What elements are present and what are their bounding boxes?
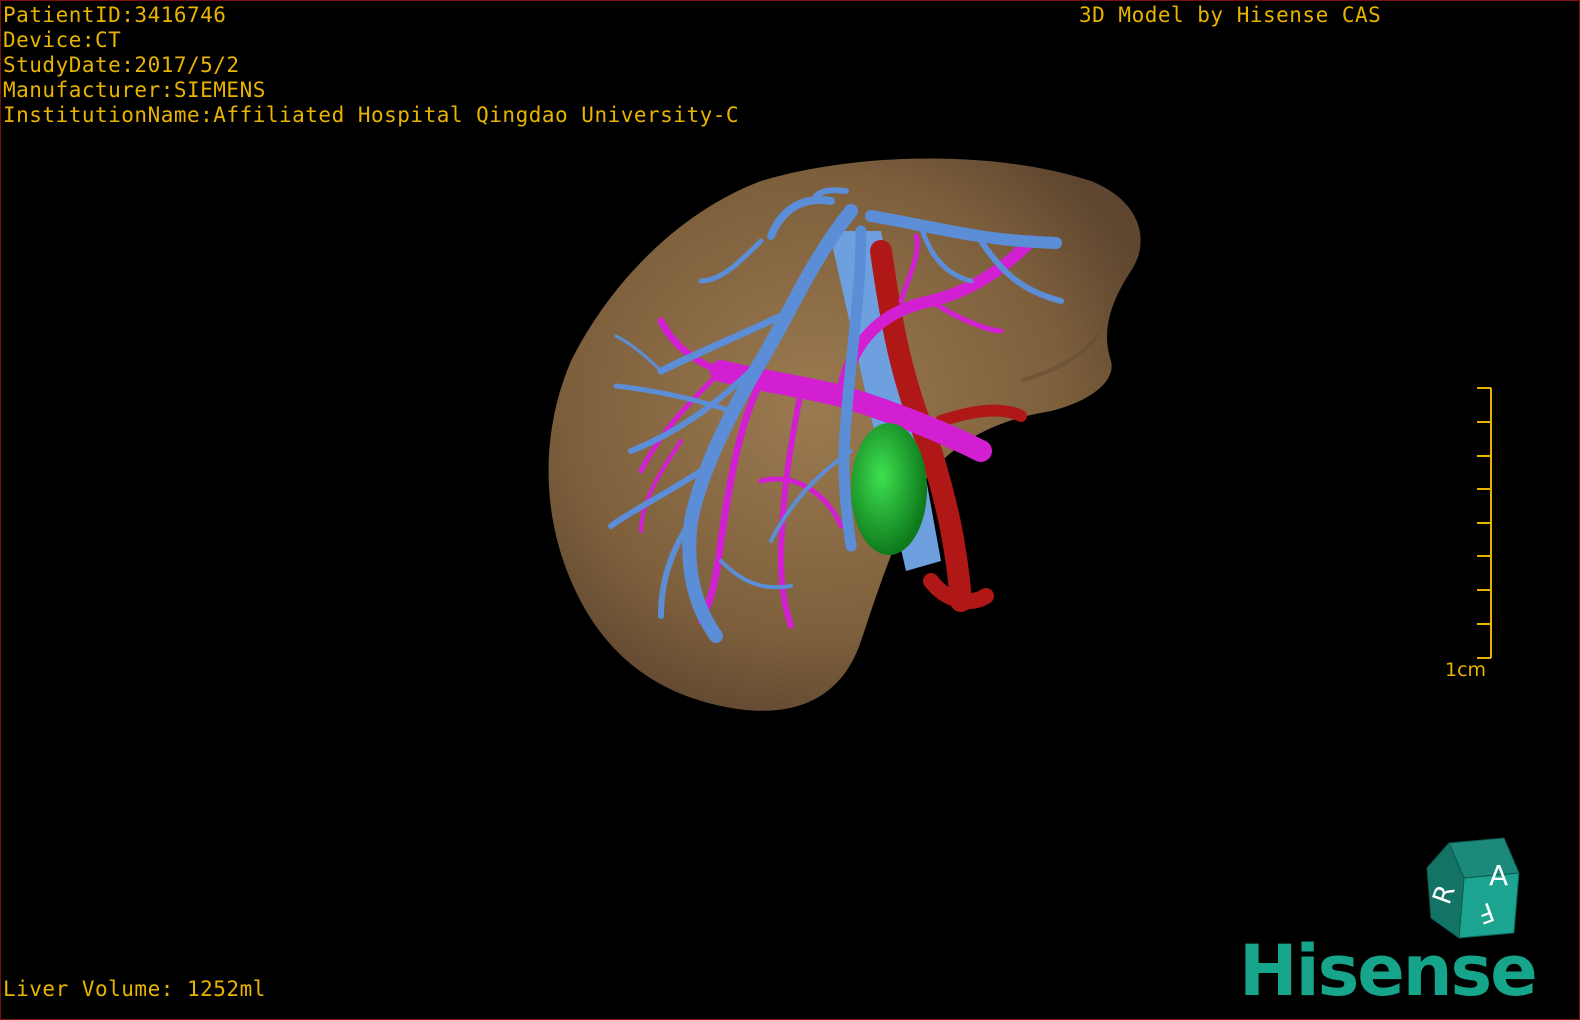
3d-viewport[interactable]: PatientID:3416746 Device:CT StudyDate:20… <box>0 0 1580 1020</box>
manufacturer-text: Manufacturer:SIEMENS <box>3 78 266 102</box>
institution-text: InstitutionName:Affiliated Hospital Qing… <box>3 103 740 127</box>
dicom-info-panel: PatientID:3416746 Device:CT StudyDate:20… <box>3 3 739 128</box>
study-date-text: StudyDate:2017/5/2 <box>3 53 240 77</box>
device-text: Device:CT <box>3 28 122 52</box>
patient-id-text: PatientID:3416746 <box>3 3 227 27</box>
scale-bar <box>1477 387 1492 659</box>
liver-volume-text: Liver Volume: 1252ml <box>3 977 266 1001</box>
tumor <box>851 423 927 555</box>
orientation-cube[interactable]: A R F <box>1419 833 1529 943</box>
cube-face-a: A <box>1489 859 1508 892</box>
hisense-logo: Hisense <box>1239 930 1538 1012</box>
liver-3d-model[interactable] <box>1 1 1579 1019</box>
scale-label: 1cm <box>1445 659 1487 681</box>
model-credit-text: 3D Model by Hisense CAS <box>1079 3 1382 27</box>
